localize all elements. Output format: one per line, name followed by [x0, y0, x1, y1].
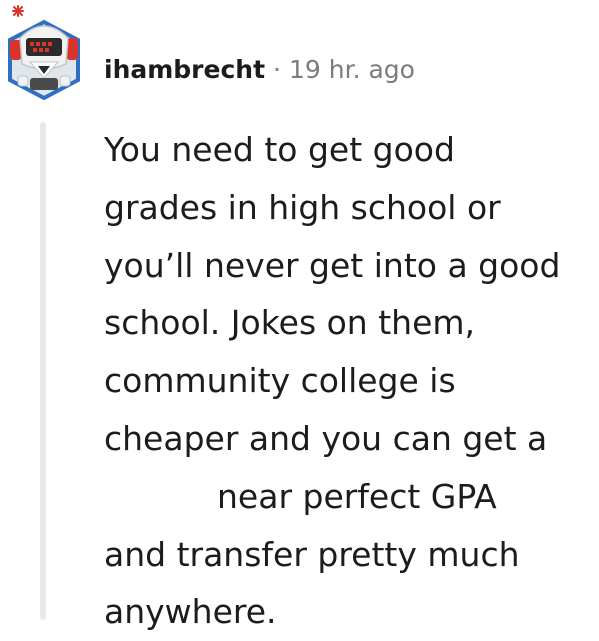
comment-line: you’ll never get into a good [104, 245, 561, 285]
user-avatar[interactable] [4, 4, 84, 101]
thread-collapse-line[interactable] [40, 122, 46, 620]
comment-line: You need to get good [104, 130, 455, 169]
comment-author-link[interactable]: ihambrecht [104, 55, 265, 84]
comment-line: anywhere. [104, 592, 277, 632]
comment-line: near perfect GPA [217, 476, 497, 516]
robot-avatar-icon [8, 5, 80, 101]
meta-separator: · [273, 55, 281, 84]
comment-timestamp[interactable]: 19 hr. ago [289, 55, 415, 84]
comment-line: and transfer pretty much [104, 534, 520, 574]
comment-line: grades in high school or [104, 187, 501, 227]
comment-meta: ihambrecht · 19 hr. ago [104, 52, 415, 88]
comment-line: cheaper and you can get a [104, 418, 548, 458]
comment-body: You need to get good grades in high scho… [104, 121, 594, 641]
comment-line: community college is [104, 361, 456, 401]
comment-line: school. Jokes on them, [104, 303, 476, 343]
